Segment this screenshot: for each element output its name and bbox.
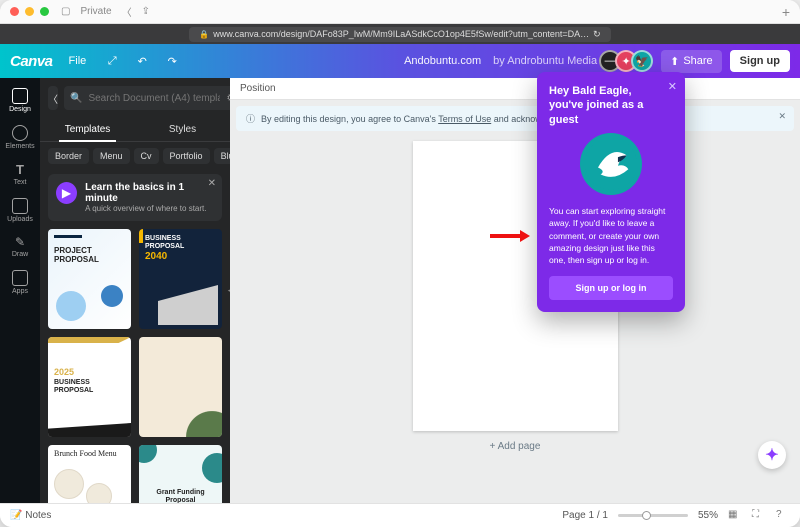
rail-uploads[interactable]: Uploads	[0, 194, 40, 227]
side-tabs: Templates Styles	[40, 118, 230, 142]
left-rail: Design Elements TText Uploads ✎Draw Apps	[0, 78, 40, 503]
close-icon[interactable]: ✕	[208, 178, 216, 189]
chip[interactable]: Portfolio	[163, 148, 210, 164]
app-window: ▢ Private 〈 ⇪ + 🔒 www.canva.com/design/D…	[0, 0, 800, 527]
search-input[interactable]	[86, 92, 222, 105]
terms-link[interactable]: Terms of Use	[438, 114, 491, 124]
template-thumb[interactable]: PROJECTPROPOSAL	[48, 229, 131, 329]
template-thumb[interactable]: Brunch Food Menu	[48, 445, 131, 503]
redo-icon[interactable]: ↷	[162, 51, 182, 71]
rail-draw[interactable]: ✎Draw	[0, 231, 40, 262]
rail-design[interactable]: Design	[0, 84, 40, 117]
zoom-value[interactable]: 55%	[698, 510, 718, 521]
page-indicator[interactable]: Page 1 / 1	[562, 510, 608, 521]
chip[interactable]: Blue	[214, 148, 230, 164]
browser-url-bar[interactable]: 🔒 www.canva.com/design/DAFo83P_IwM/Mm9IL…	[0, 24, 800, 44]
undo-icon[interactable]: ↶	[132, 51, 152, 71]
template-thumb[interactable]: Grant FundingProposal	[139, 445, 222, 503]
url-text: www.canva.com/design/DAFo83P_IwM/Mm9ILaA…	[213, 29, 589, 39]
canvas-area: Position ⓘ By editing this design, you a…	[230, 78, 800, 503]
tab-styles[interactable]: Styles	[135, 118, 230, 141]
template-thumb[interactable]: 2025 BUSINESSPROPOSAL	[48, 337, 131, 437]
chip[interactable]: Cv	[134, 148, 159, 164]
private-label: Private	[80, 6, 111, 17]
rail-apps[interactable]: Apps	[0, 266, 40, 299]
popup-body: You can start exploring straight away. I…	[549, 205, 673, 267]
doc-title[interactable]: Andobuntu.com	[404, 55, 481, 67]
tab-templates[interactable]: Templates	[40, 118, 135, 141]
file-menu[interactable]: File	[63, 51, 93, 71]
template-search[interactable]: 🔍 ⚙	[64, 86, 241, 110]
sidebar-icon[interactable]: ▢	[61, 6, 70, 17]
refresh-icon[interactable]: ↻	[593, 29, 601, 40]
terms-banner: ⓘ By editing this design, you agree to C…	[236, 106, 794, 131]
chip[interactable]: Menu	[93, 148, 130, 164]
grid-view-icon[interactable]: ▦	[728, 509, 742, 523]
rail-elements[interactable]: Elements	[0, 121, 40, 154]
filter-chips: Border Menu Cv Portfolio Blue ›	[40, 142, 230, 170]
mac-titlebar: ▢ Private 〈 ⇪ +	[0, 0, 800, 24]
signup-login-button[interactable]: Sign up or log in	[549, 276, 673, 300]
lock-icon: 🔒	[199, 30, 209, 39]
template-grid: PROJECTPROPOSAL BUSINESSPROPOSAL 2040 20…	[40, 229, 230, 503]
chevron-left-icon[interactable]: 〈	[122, 4, 132, 19]
popup-title: Hey Bald Eagle, you've joined as a guest	[549, 84, 673, 127]
template-thumb[interactable]	[139, 337, 222, 437]
play-icon: ▶	[56, 182, 77, 204]
annotation-arrow	[490, 230, 530, 242]
info-icon: ⓘ	[246, 112, 255, 125]
close-icon[interactable]: ✕	[778, 111, 786, 122]
status-bar: 📝 Notes Page 1 / 1 55% ▦ ⛶ ?	[0, 503, 800, 527]
toolbar-icons: ▢ Private 〈 ⇪	[61, 4, 150, 19]
share-button[interactable]: ⬆ Share	[661, 50, 722, 73]
traffic-lights[interactable]	[10, 7, 49, 16]
onboarding-tip[interactable]: ▶ Learn the basics in 1 minute A quick o…	[48, 174, 222, 221]
chip[interactable]: Border	[48, 148, 89, 164]
new-tab-button[interactable]: +	[782, 4, 790, 20]
side-panel: 〈 🔍 ⚙ Templates Styles Border Menu Cv Po…	[40, 78, 230, 503]
close-icon[interactable]: ✕	[668, 80, 677, 93]
zoom-slider[interactable]	[618, 514, 688, 517]
template-thumb[interactable]: BUSINESSPROPOSAL 2040	[139, 229, 222, 329]
guest-popup: ✕ Hey Bald Eagle, you've joined as a gue…	[537, 72, 685, 312]
collaborator-avatars[interactable]: — ✦ 🦅	[605, 50, 653, 72]
upload-icon: ⬆	[670, 55, 679, 68]
canva-logo[interactable]: Canva	[10, 53, 53, 70]
resize-icon[interactable]: ⤢	[102, 51, 122, 71]
help-icon[interactable]: ?	[776, 509, 790, 523]
avatar-eagle	[580, 133, 642, 195]
fullscreen-icon[interactable]: ⛶	[752, 509, 766, 523]
panel-back-button[interactable]: 〈	[48, 86, 58, 110]
help-fab[interactable]: ✦	[758, 441, 786, 469]
doc-author: by Androbuntu Media	[493, 55, 597, 67]
add-page-button[interactable]: + Add page	[490, 441, 541, 452]
rail-text[interactable]: TText	[0, 158, 40, 190]
search-icon: 🔍	[70, 93, 82, 104]
notes-button[interactable]: 📝 Notes	[10, 510, 51, 521]
toolbar-position[interactable]: Position	[230, 78, 800, 100]
export-icon[interactable]: ⇪	[142, 6, 150, 17]
signup-button[interactable]: Sign up	[730, 50, 790, 72]
